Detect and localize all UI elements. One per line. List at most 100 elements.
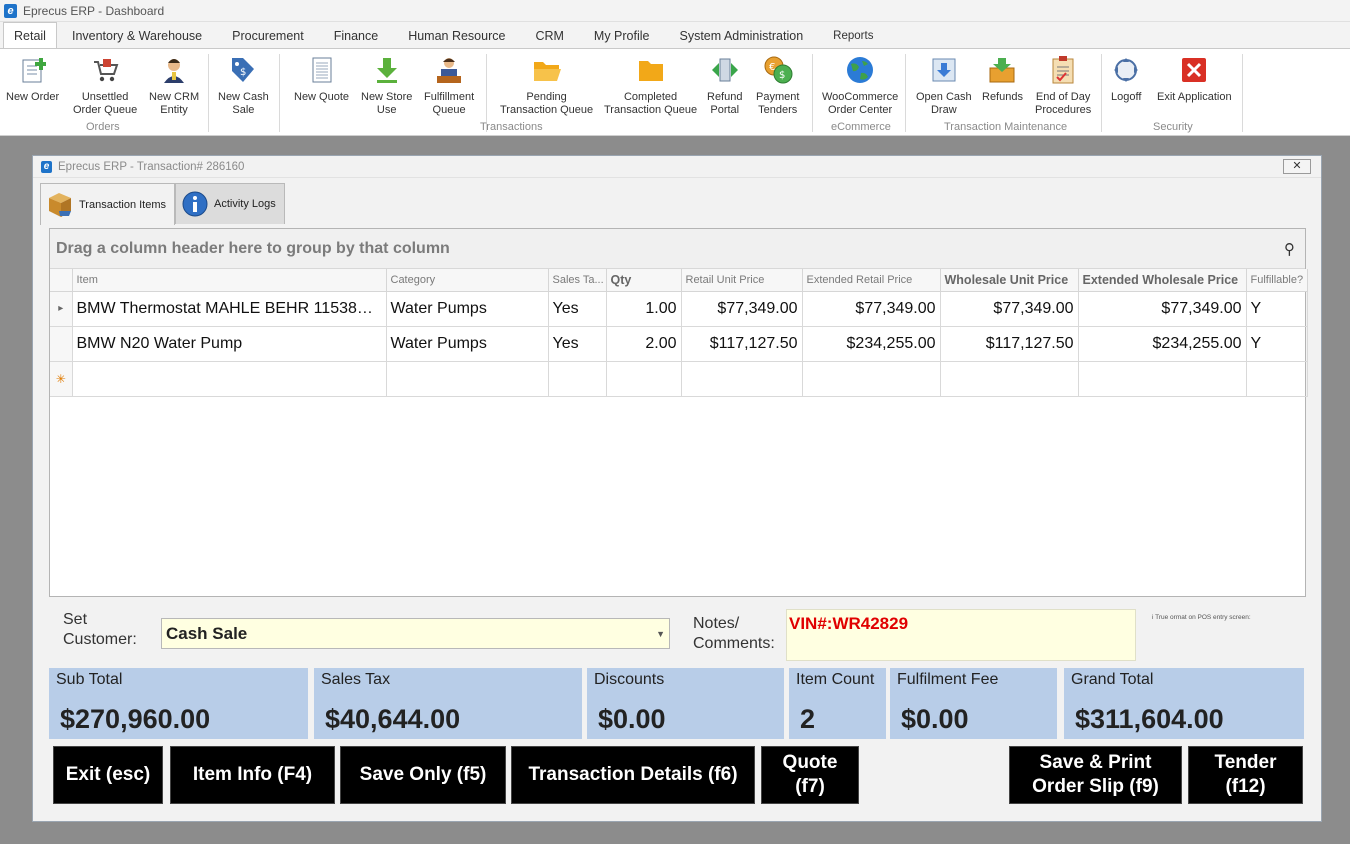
menu-tab-retail[interactable]: Retail: [3, 22, 57, 48]
table-cell[interactable]: Water Pumps: [386, 326, 549, 362]
column-header[interactable]: Category: [386, 269, 549, 292]
chevron-down-icon[interactable]: ▼: [656, 620, 665, 649]
ribbon-separator: [905, 54, 906, 132]
menu-tab-finance[interactable]: Finance: [319, 24, 393, 48]
table-cell[interactable]: $234,255.00: [1078, 326, 1247, 362]
exit-application-button[interactable]: Exit Application: [1157, 55, 1232, 104]
table-cell[interactable]: $77,349.00: [681, 291, 803, 327]
table-row[interactable]: BMW N20 Water Pump Water Pumps Yes 2.00 …: [50, 326, 1308, 362]
table-cell[interactable]: Yes: [548, 326, 607, 362]
menu-tab-inventory[interactable]: Inventory & Warehouse: [57, 24, 217, 48]
refund-portal-button[interactable]: Refund Portal: [707, 55, 742, 117]
new-order-button[interactable]: New Order: [6, 55, 59, 104]
item-count-value: 2: [800, 704, 816, 734]
completed-transaction-queue-button[interactable]: Completed Transaction Queue: [604, 55, 697, 117]
table-cell[interactable]: 1.00: [606, 291, 682, 327]
new-cash-sale-button[interactable]: $ New Cash Sale: [218, 55, 269, 117]
pending-transaction-queue-button[interactable]: Pending Transaction Queue: [500, 55, 593, 117]
tab-transaction-items[interactable]: Transaction Items: [40, 183, 176, 225]
table-cell[interactable]: [802, 361, 941, 397]
item-count-panel: Item Count 2: [789, 668, 886, 739]
table-cell[interactable]: Y: [1246, 291, 1308, 327]
logoff-button[interactable]: Logoff: [1111, 55, 1141, 104]
exit-button[interactable]: Exit (esc): [53, 746, 163, 804]
app-logo-icon: e: [4, 3, 17, 18]
ribbon-separator: [1101, 54, 1102, 132]
table-cell[interactable]: [1078, 361, 1247, 397]
woocommerce-order-center-button[interactable]: WooCommerce Order Center: [822, 55, 898, 117]
column-header[interactable]: Fulfillable?: [1246, 269, 1308, 292]
table-cell[interactable]: $117,127.50: [940, 326, 1079, 362]
notes-field[interactable]: VIN#:WR42829: [786, 609, 1136, 661]
new-quote-button[interactable]: New Quote: [294, 55, 349, 104]
row-indicator: ▸: [50, 291, 73, 327]
column-header[interactable]: Wholesale Unit Price: [940, 269, 1079, 292]
transaction-window: e Eprecus ERP - Transaction# 286160 ✕ Tr…: [32, 155, 1322, 822]
table-cell[interactable]: BMW N20 Water Pump: [72, 326, 387, 362]
tender-button[interactable]: Tender (f12): [1188, 746, 1303, 804]
table-cell[interactable]: [681, 361, 803, 397]
column-header[interactable]: Extended Wholesale Price: [1078, 269, 1247, 292]
menu-tab-crm[interactable]: CRM: [520, 24, 578, 48]
column-header[interactable]: Retail Unit Price: [681, 269, 803, 292]
table-cell[interactable]: [606, 361, 682, 397]
fulfillment-queue-button[interactable]: Fulfillment Queue: [424, 55, 474, 117]
subtotal-value: $270,960.00: [60, 704, 211, 734]
table-cell[interactable]: BMW Thermostat MAHLE BEHR 1153863...: [72, 291, 387, 327]
table-header-row: Item Category Sales Ta... Qty Retail Uni…: [50, 269, 1308, 292]
menu-tab-system-administration[interactable]: System Administration: [665, 24, 819, 48]
item-info-button[interactable]: Item Info (F4): [170, 746, 335, 804]
new-crm-entity-button[interactable]: New CRM Entity: [149, 55, 199, 117]
ribbon-group-transactions: Transactions: [480, 121, 543, 133]
price-tag-icon: $: [228, 55, 258, 85]
menu-tab-reports[interactable]: Reports: [818, 24, 888, 48]
search-icon[interactable]: ⚲: [1284, 240, 1295, 258]
menu-tab-human-resource[interactable]: Human Resource: [393, 24, 520, 48]
save-print-order-slip-button[interactable]: Save & Print Order Slip (f9): [1009, 746, 1182, 804]
unsettled-order-queue-button[interactable]: Unsettled Order Queue: [73, 55, 137, 117]
table-row[interactable]: ▸ BMW Thermostat MAHLE BEHR 1153863... W…: [50, 291, 1308, 327]
close-window-button[interactable]: ✕: [1283, 159, 1311, 174]
payment-tenders-button[interactable]: € $ Payment Tenders: [756, 55, 799, 117]
grand-total-value: $311,604.00: [1075, 704, 1224, 734]
table-cell[interactable]: Yes: [548, 291, 607, 327]
table-cell[interactable]: $77,349.00: [802, 291, 941, 327]
group-by-panel[interactable]: Drag a column header here to group by th…: [50, 229, 1305, 269]
menu-tab-my-profile[interactable]: My Profile: [579, 24, 665, 48]
table-cell[interactable]: [940, 361, 1079, 397]
table-cell[interactable]: [1246, 361, 1308, 397]
app-title: Eprecus ERP - Dashboard: [23, 3, 165, 18]
table-cell[interactable]: Water Pumps: [386, 291, 549, 327]
save-only-button[interactable]: Save Only (f5): [340, 746, 506, 804]
end-of-day-procedures-button[interactable]: End of Day Procedures: [1035, 55, 1091, 117]
table-cell[interactable]: Y: [1246, 326, 1308, 362]
column-header[interactable]: Sales Ta...: [548, 269, 607, 292]
customer-select[interactable]: Cash Sale ▼: [161, 618, 670, 649]
notes-label: Notes/ Comments:: [693, 615, 775, 652]
tab-activity-logs[interactable]: Activity Logs: [175, 183, 285, 224]
ribbon-separator: [812, 54, 813, 132]
refunds-button[interactable]: Refunds: [982, 55, 1023, 104]
column-header[interactable]: Extended Retail Price: [802, 269, 941, 292]
table-cell[interactable]: $234,255.00: [802, 326, 941, 362]
menu-tab-procurement[interactable]: Procurement: [217, 24, 319, 48]
column-header[interactable]: Qty: [606, 269, 682, 292]
table-cell[interactable]: [72, 361, 387, 397]
window-logo-icon: e: [41, 160, 52, 173]
table-cell[interactable]: 2.00: [606, 326, 682, 362]
open-cash-draw-button[interactable]: Open Cash Draw: [916, 55, 972, 117]
table-cell[interactable]: [386, 361, 549, 397]
person-icon: [159, 55, 189, 85]
package-cart-icon: [45, 190, 75, 220]
transaction-items-grid: Drag a column header here to group by th…: [49, 228, 1308, 597]
app-title-bar: e Eprecus ERP - Dashboard: [0, 0, 1350, 22]
table-cell[interactable]: [548, 361, 607, 397]
column-header[interactable]: Item: [72, 269, 387, 292]
table-cell[interactable]: $77,349.00: [1078, 291, 1247, 327]
new-item-row[interactable]: ✳: [50, 361, 1308, 397]
table-cell[interactable]: $77,349.00: [940, 291, 1079, 327]
transaction-details-button[interactable]: Transaction Details (f6): [511, 746, 755, 804]
quote-button[interactable]: Quote (f7): [761, 746, 859, 804]
new-store-use-button[interactable]: New Store Use: [361, 55, 412, 117]
table-cell[interactable]: $117,127.50: [681, 326, 803, 362]
